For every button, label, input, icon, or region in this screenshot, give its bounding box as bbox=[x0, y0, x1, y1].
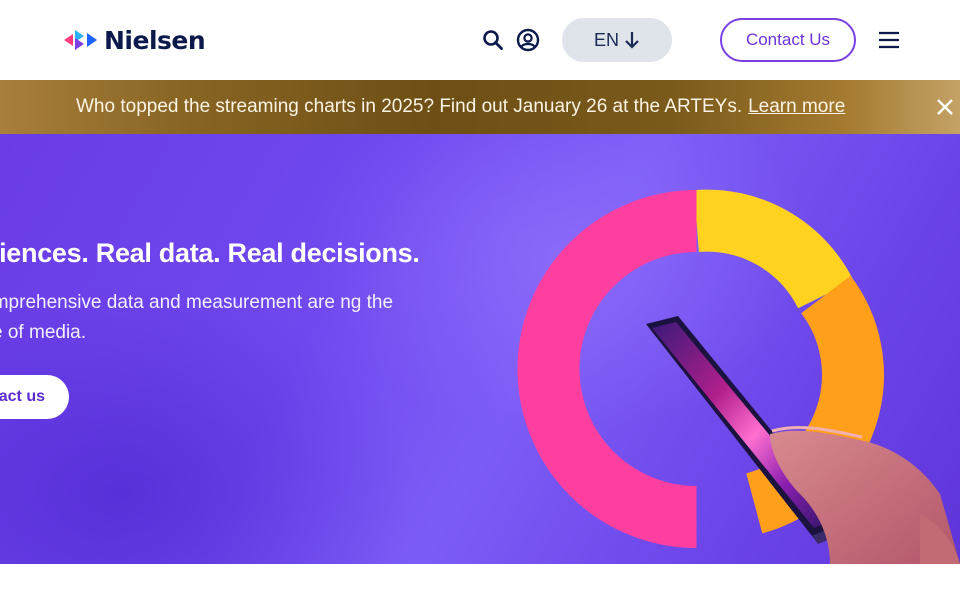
banner-text: Who topped the streaming charts in 2025?… bbox=[76, 96, 845, 118]
banner-learn-more-link[interactable]: Learn more bbox=[748, 96, 845, 117]
menu-button[interactable] bbox=[876, 28, 902, 52]
hamburger-menu-icon bbox=[879, 31, 899, 49]
contact-us-button[interactable]: Contact Us bbox=[720, 18, 856, 62]
language-selector[interactable]: EN bbox=[562, 18, 672, 62]
nielsen-logo-mark-icon bbox=[64, 30, 97, 50]
page-body-start bbox=[0, 564, 960, 600]
search-button[interactable] bbox=[480, 27, 506, 53]
hero-contact-button[interactable]: act us bbox=[0, 375, 69, 419]
announcement-banner: Who topped the streaming charts in 2025?… bbox=[0, 80, 960, 134]
nielsen-logo[interactable]: Nielsen bbox=[64, 25, 206, 55]
account-button[interactable] bbox=[515, 27, 541, 53]
close-icon bbox=[937, 99, 953, 115]
language-label: EN bbox=[593, 29, 619, 50]
user-account-icon bbox=[516, 28, 540, 52]
arrow-down-icon bbox=[625, 32, 639, 49]
hero-title: audiences. Real data. Real decisions. bbox=[0, 238, 420, 268]
banner-close-button[interactable] bbox=[934, 96, 956, 118]
search-icon bbox=[483, 30, 503, 50]
logo-wordmark: Nielsen bbox=[104, 25, 206, 55]
hero-illustration bbox=[517, 189, 960, 564]
hero-section: audiences. Real data. Real decisions. ’s… bbox=[0, 134, 960, 564]
site-header: Nielsen EN Contact Us bbox=[0, 0, 960, 80]
hero-subtitle: ’s comprehensive data and measurement ar… bbox=[0, 292, 394, 343]
banner-message: Who topped the streaming charts in 2025?… bbox=[76, 96, 743, 117]
